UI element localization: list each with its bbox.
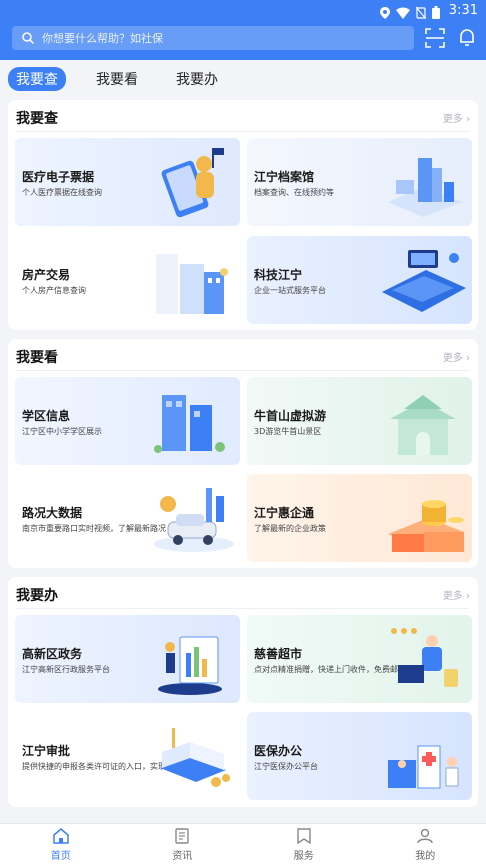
tab-view[interactable]: 我要看 — [88, 67, 146, 91]
tile-jiangning-approval[interactable]: 江宁审批 提供快捷的申报各类许可证的入口，实现网上申报 — [15, 712, 240, 800]
tile-traffic-data[interactable]: 路况大数据 南京市重要路口实时视频，了解最新路况 — [15, 474, 240, 562]
school-illustration-icon — [154, 395, 225, 453]
nav-label: 我的 — [415, 851, 436, 862]
car-traffic-illustration-icon — [154, 488, 234, 552]
section-view: 我要看 更多 › 学区信息 江宁区中小学学区展示 牛首山虚拟游 3D游览牛首山景… — [8, 339, 478, 568]
government-illustration-icon — [158, 636, 222, 695]
tile-archives[interactable]: 江宁档案馆 档案查询、在线预约等 — [247, 138, 472, 226]
search-placeholder: 你想要什么帮助？如社保 — [42, 32, 163, 45]
status-icons — [380, 4, 440, 23]
tile-title: 高新区政务 — [22, 647, 83, 661]
tile-title: 医保办公 — [254, 744, 303, 758]
tile-hightech-gov[interactable]: 高新区政务 江宁高新区行政服务平台 — [15, 615, 240, 703]
tab-check[interactable]: 我要查 — [8, 67, 66, 91]
tile-title: 路况大数据 — [22, 506, 83, 520]
charity-illustration-icon — [391, 628, 458, 687]
tile-subtitle: 南京市重要路口实时视频，了解最新路况 — [22, 524, 166, 533]
section-title: 我要看 — [16, 350, 58, 366]
tile-subtitle: 个人医疗票据在线查询 — [22, 188, 102, 197]
scan-icon[interactable] — [425, 28, 445, 48]
tile-subtitle: 江宁高新区行政服务平台 — [22, 665, 110, 674]
tile-title: 江宁档案馆 — [254, 170, 315, 184]
more-link[interactable]: 更多 › — [443, 587, 470, 602]
nav-label: 首页 — [50, 851, 71, 862]
nav-service[interactable]: 服务 — [243, 824, 365, 865]
section-handle: 我要办 更多 › 高新区政务 江宁高新区行政服务平台 慈善超市 点对点精准捐赠，… — [8, 577, 478, 807]
tile-subtitle: 江宁区中小学学区展示 — [22, 427, 102, 436]
divider — [16, 131, 470, 132]
service-icon — [297, 828, 311, 845]
news-icon — [175, 828, 189, 844]
archives-illustration-icon — [388, 158, 463, 217]
buildings-illustration-icon — [156, 254, 228, 314]
hospital-illustration-icon — [388, 745, 459, 789]
home-icon — [53, 828, 69, 844]
nav-label: 资讯 — [172, 851, 193, 862]
tile-niushou-virtual-tour[interactable]: 牛首山虚拟游 3D游览牛首山景区 — [247, 377, 472, 465]
divider — [16, 608, 470, 609]
tile-title: 科技江宁 — [254, 268, 303, 282]
section-title: 我要查 — [16, 111, 58, 127]
search-icon — [22, 29, 35, 48]
tile-charity-market[interactable]: 慈善超市 点对点精准捐赠，快递上门收件，免费邮寄 — [247, 615, 472, 703]
status-time: 3:31 — [448, 3, 478, 18]
nav-home[interactable]: 首页 — [0, 824, 122, 865]
search-input[interactable]: 你想要什么帮助？如社保 — [12, 26, 414, 50]
tile-subtitle: 了解最新的企业政策 — [254, 524, 326, 533]
pagoda-illustration-icon — [390, 395, 456, 455]
tile-enterprise-benefit[interactable]: 江宁惠企通 了解最新的企业政策 — [247, 474, 472, 562]
status-bar: 3:31 — [0, 0, 486, 22]
tile-subtitle: 江宁医保办公平台 — [254, 762, 318, 771]
tile-school-district[interactable]: 学区信息 江宁区中小学学区展示 — [15, 377, 240, 465]
tile-subtitle: 企业一站式服务平台 — [254, 286, 326, 295]
tile-title: 江宁惠企通 — [254, 506, 315, 520]
category-tabs: 我要查 我要看 我要办 — [8, 67, 248, 91]
tile-title: 慈善超市 — [254, 647, 303, 661]
user-icon — [417, 828, 433, 844]
tile-title: 医疗电子票据 — [22, 170, 95, 184]
battery-icon — [432, 4, 440, 23]
coins-illustration-icon — [388, 500, 464, 552]
section-title: 我要办 — [16, 588, 58, 604]
bell-icon[interactable] — [457, 27, 477, 47]
nav-mine[interactable]: 我的 — [365, 824, 486, 865]
wifi-icon — [396, 4, 410, 23]
tile-medical-receipt[interactable]: 医疗电子票据 个人医疗票据在线查询 — [15, 138, 240, 226]
approval-book-illustration-icon — [160, 728, 230, 787]
bottom-nav: 首页 资讯 服务 我的 — [0, 823, 486, 865]
section-check: 我要查 更多 › 医疗电子票据 个人医疗票据在线查询 江宁档案馆 档案查询、在线… — [8, 100, 478, 330]
receipt-illustration-icon — [161, 148, 224, 218]
tile-title: 牛首山虚拟游 — [254, 409, 327, 423]
more-link[interactable]: 更多 › — [443, 110, 470, 125]
location-icon — [380, 4, 390, 23]
app-header: 3:31 你想要什么帮助？如社保 — [0, 0, 486, 60]
tech-city-illustration-icon — [382, 250, 466, 312]
divider — [16, 370, 470, 371]
tile-subtitle: 3D游览牛首山景区 — [254, 427, 322, 436]
tile-subtitle: 个人房产信息查询 — [22, 286, 86, 295]
nav-news[interactable]: 资讯 — [122, 824, 244, 865]
nav-label: 服务 — [293, 851, 314, 862]
more-link[interactable]: 更多 › — [443, 349, 470, 364]
tile-medical-insurance[interactable]: 医保办公 江宁医保办公平台 — [247, 712, 472, 800]
tile-subtitle: 档案查询、在线预约等 — [254, 188, 334, 197]
tile-title: 学区信息 — [22, 409, 71, 423]
tile-title: 江宁审批 — [22, 744, 71, 758]
tile-tech-jiangning[interactable]: 科技江宁 企业一站式服务平台 — [247, 236, 472, 324]
tab-handle[interactable]: 我要办 — [168, 67, 226, 91]
tile-title: 房产交易 — [22, 268, 71, 282]
tile-property[interactable]: 房产交易 个人房产信息查询 — [15, 236, 240, 324]
no-sim-icon — [415, 4, 427, 23]
